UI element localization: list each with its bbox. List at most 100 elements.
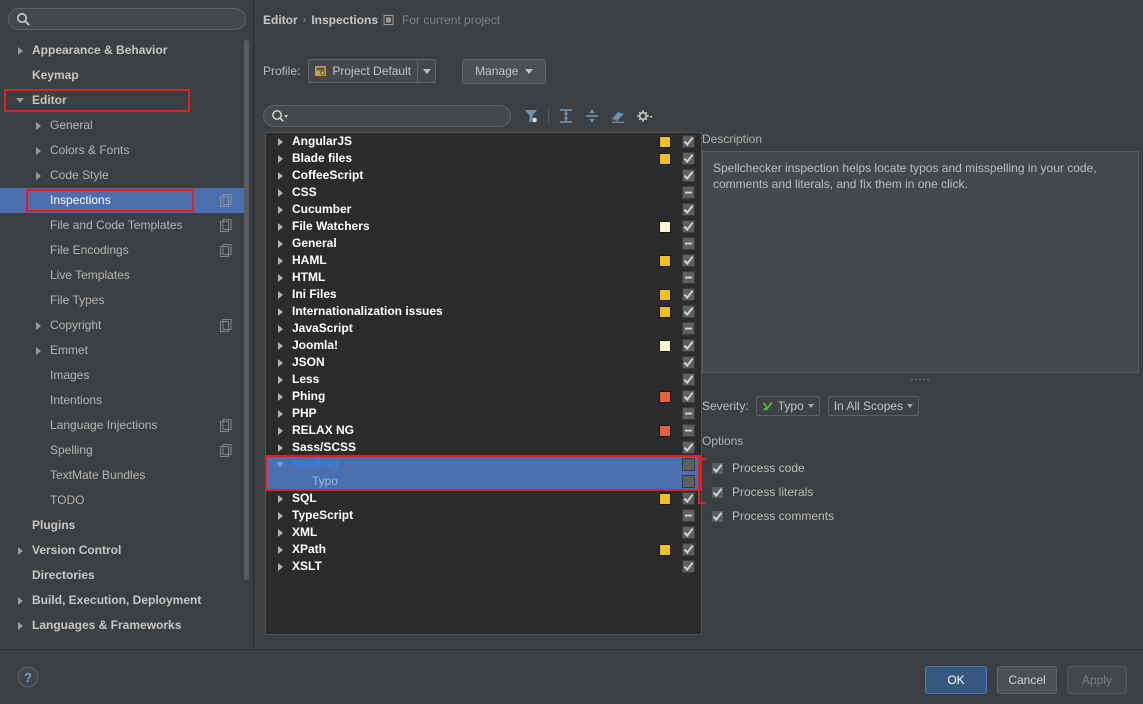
inspection-checkbox[interactable]: [682, 152, 695, 165]
inspection-checkbox[interactable]: [682, 339, 695, 352]
sidebar-item-emmet[interactable]: Emmet: [0, 338, 246, 363]
inspection-row[interactable]: Joomla!: [266, 337, 701, 354]
scope-dropdown[interactable]: In All Scopes: [827, 396, 920, 416]
inspection-checkbox[interactable]: [682, 322, 695, 335]
inspection-row[interactable]: RELAX NG: [266, 422, 701, 439]
filter-icon[interactable]: [519, 105, 543, 127]
sidebar-item-build-execution-deployment[interactable]: Build, Execution, Deployment: [0, 588, 246, 613]
chevron-right-icon[interactable]: [274, 354, 286, 371]
sidebar-item-colors-fonts[interactable]: Colors & Fonts: [0, 138, 246, 163]
inspection-checkbox[interactable]: [682, 135, 695, 148]
chevron-right-icon[interactable]: [32, 138, 44, 163]
reset-icon[interactable]: [606, 105, 630, 127]
ok-button[interactable]: OK: [925, 666, 987, 694]
chevron-right-icon[interactable]: [274, 269, 286, 286]
severity-color-swatch[interactable]: [659, 544, 671, 556]
sidebar-scrollbar-thumb[interactable]: [244, 40, 249, 580]
copy-settings-icon[interactable]: [220, 244, 232, 257]
option-row[interactable]: Process literals: [702, 480, 1139, 504]
inspection-row[interactable]: Ini Files: [266, 286, 701, 303]
chevron-right-icon[interactable]: [274, 286, 286, 303]
inspection-row[interactable]: Internationalization issues: [266, 303, 701, 320]
inspection-checkbox[interactable]: [682, 560, 695, 573]
chevron-right-icon[interactable]: [274, 252, 286, 269]
copy-settings-icon[interactable]: [220, 444, 232, 457]
inspection-checkbox[interactable]: [682, 220, 695, 233]
severity-color-swatch[interactable]: [659, 153, 671, 165]
severity-color-swatch[interactable]: [659, 255, 671, 267]
chevron-right-icon[interactable]: [274, 507, 286, 524]
inspection-checkbox[interactable]: [682, 186, 695, 199]
sidebar-item-version-control[interactable]: Version Control: [0, 538, 246, 563]
sidebar-item-live-templates[interactable]: Live Templates: [0, 263, 246, 288]
inspection-checkbox[interactable]: [682, 237, 695, 250]
resize-grip-icon[interactable]: [910, 377, 932, 382]
chevron-right-icon[interactable]: [32, 163, 44, 188]
inspection-checkbox[interactable]: [682, 543, 695, 556]
profile-chevron-down-icon[interactable]: [417, 60, 435, 82]
inspection-checkbox[interactable]: [682, 509, 695, 522]
chevron-right-icon[interactable]: [274, 303, 286, 320]
sidebar-item-textmate-bundles[interactable]: TextMate Bundles: [0, 463, 246, 488]
inspection-row[interactable]: JSON: [266, 354, 701, 371]
inspection-row[interactable]: XSLT: [266, 558, 701, 575]
profile-dropdown[interactable]: Project Default: [308, 59, 437, 83]
sidebar-item-languages-frameworks[interactable]: Languages & Frameworks: [0, 613, 246, 638]
option-row[interactable]: Process code: [702, 456, 1139, 480]
sidebar-item-appearance-behavior[interactable]: Appearance & Behavior: [0, 38, 246, 63]
sidebar-scrollbar[interactable]: [244, 40, 249, 600]
inspection-checkbox[interactable]: [682, 373, 695, 386]
sidebar-item-intentions[interactable]: Intentions: [0, 388, 246, 413]
help-icon[interactable]: ?: [16, 665, 40, 689]
inspection-row[interactable]: HAML: [266, 252, 701, 269]
severity-color-swatch[interactable]: [659, 306, 671, 318]
chevron-right-icon[interactable]: [274, 524, 286, 541]
severity-color-swatch[interactable]: [659, 221, 671, 233]
chevron-down-icon[interactable]: [274, 456, 286, 473]
inspection-row[interactable]: Typo: [266, 473, 701, 490]
chevron-right-icon[interactable]: [274, 218, 286, 235]
sidebar-item-inspections[interactable]: Inspections: [0, 188, 246, 213]
severity-color-swatch[interactable]: [659, 425, 671, 437]
sidebar-item-general[interactable]: General: [0, 113, 246, 138]
copy-settings-icon[interactable]: [220, 419, 232, 432]
copy-settings-icon[interactable]: [220, 319, 232, 332]
chevron-right-icon[interactable]: [14, 38, 26, 63]
inspection-tree[interactable]: AngularJS Blade files CoffeeScript CSS Cucum…: [265, 132, 702, 635]
sidebar-search-input[interactable]: [8, 8, 246, 30]
chevron-right-icon[interactable]: [14, 538, 26, 563]
copy-settings-icon[interactable]: [220, 219, 232, 232]
severity-color-swatch[interactable]: [659, 289, 671, 301]
inspection-checkbox[interactable]: [682, 441, 695, 454]
inspection-checkbox[interactable]: [682, 390, 695, 403]
chevron-right-icon[interactable]: [274, 405, 286, 422]
chevron-down-icon[interactable]: [14, 88, 26, 113]
apply-button[interactable]: Apply: [1067, 666, 1127, 694]
breadcrumb-parent[interactable]: Editor: [263, 13, 298, 27]
sidebar-item-plugins[interactable]: Plugins: [0, 513, 246, 538]
sidebar-item-todo[interactable]: TODO: [0, 488, 246, 513]
severity-color-swatch[interactable]: [659, 340, 671, 352]
inspection-checkbox[interactable]: [682, 475, 695, 488]
sidebar-item-images[interactable]: Images: [0, 363, 246, 388]
chevron-right-icon[interactable]: [274, 167, 286, 184]
option-row[interactable]: Process comments: [702, 504, 1139, 528]
sidebar-item-editor[interactable]: Editor: [0, 88, 246, 113]
chevron-right-icon[interactable]: [274, 541, 286, 558]
inspection-row[interactable]: Spelling: [266, 456, 701, 473]
inspection-row[interactable]: JavaScript: [266, 320, 701, 337]
option-checkbox[interactable]: [711, 461, 724, 475]
sidebar-item-spelling[interactable]: Spelling: [0, 438, 246, 463]
inspection-checkbox[interactable]: [682, 424, 695, 437]
inspection-checkbox[interactable]: [682, 203, 695, 216]
chevron-right-icon[interactable]: [274, 133, 286, 150]
chevron-right-icon[interactable]: [32, 338, 44, 363]
inspection-row[interactable]: XPath: [266, 541, 701, 558]
chevron-right-icon[interactable]: [274, 439, 286, 456]
manage-button[interactable]: Manage: [462, 58, 547, 84]
inspection-row[interactable]: CoffeeScript: [266, 167, 701, 184]
chevron-right-icon[interactable]: [274, 201, 286, 218]
inspection-row[interactable]: Phing: [266, 388, 701, 405]
sidebar-item-code-style[interactable]: Code Style: [0, 163, 246, 188]
chevron-right-icon[interactable]: [274, 558, 286, 575]
